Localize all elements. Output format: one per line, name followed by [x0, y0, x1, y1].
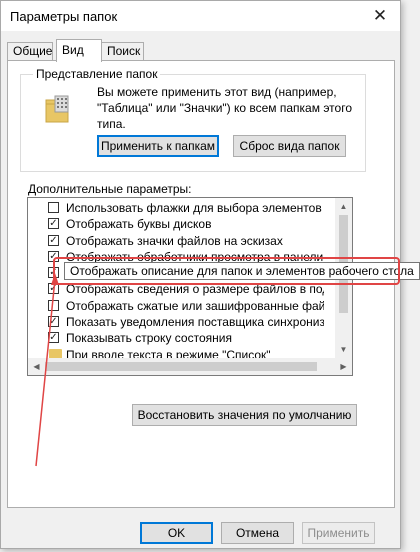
annotation-arrow-icon: [35, 273, 59, 467]
